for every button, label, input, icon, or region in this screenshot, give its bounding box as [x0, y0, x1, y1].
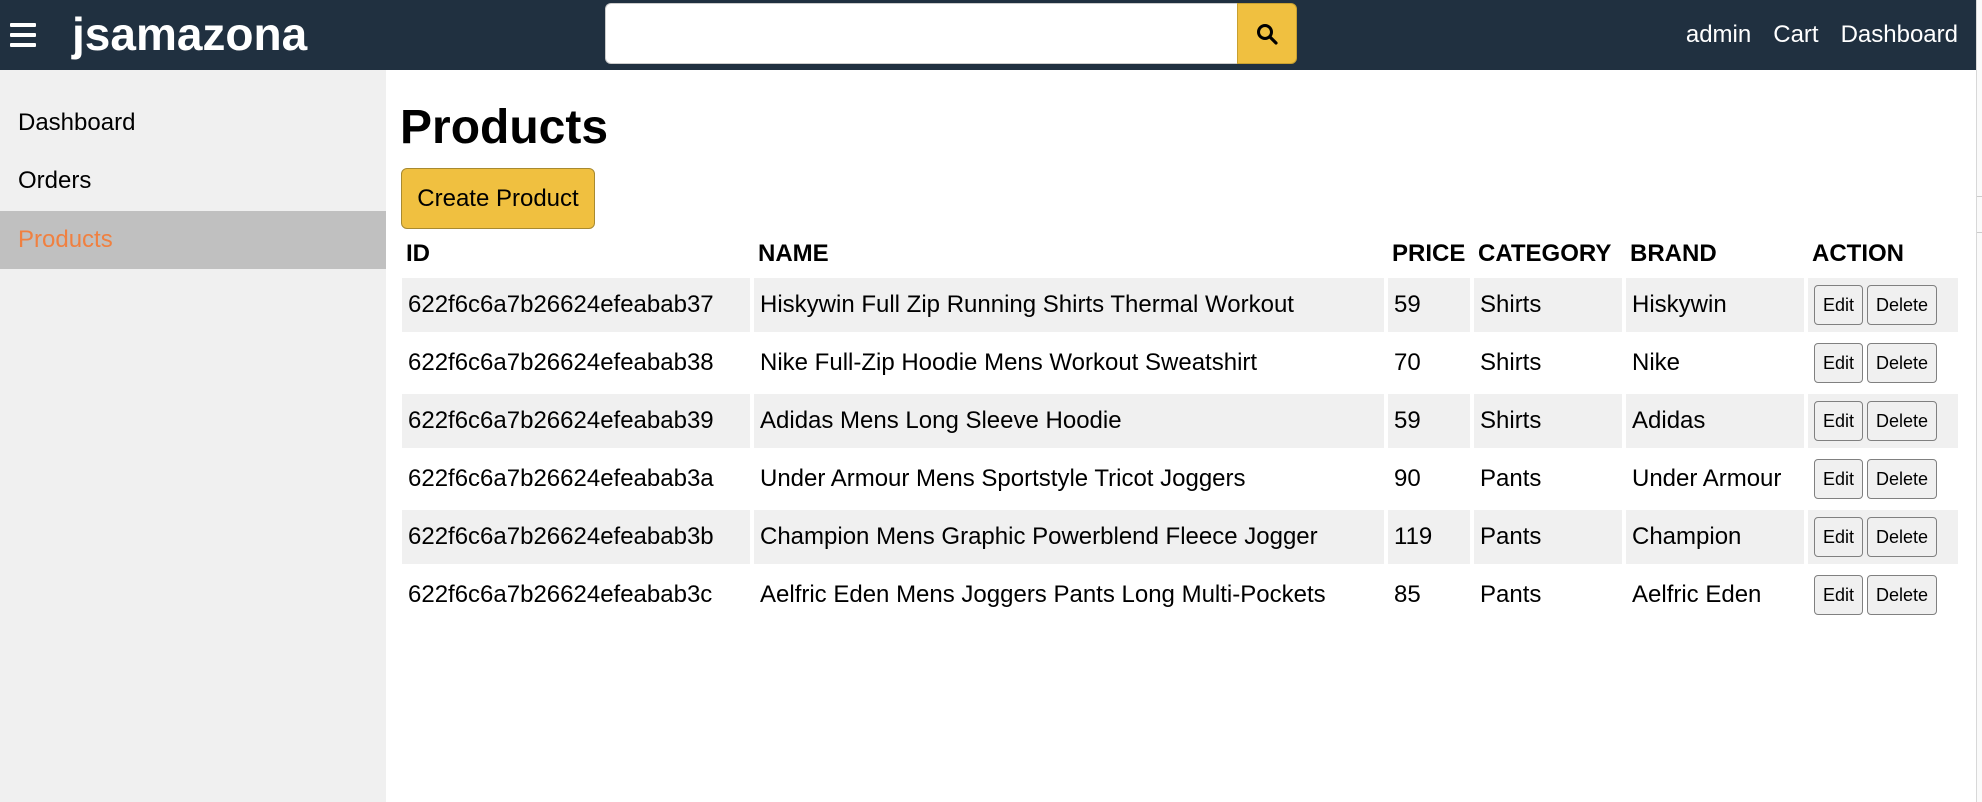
cell-price: 119	[1388, 510, 1470, 564]
delete-button[interactable]: Delete	[1867, 517, 1938, 557]
edit-button[interactable]: Edit	[1814, 401, 1864, 441]
cell-id: 622f6c6a7b26624efeabab3c	[408, 581, 713, 608]
cell-brand: Adidas	[1626, 394, 1804, 448]
create-product-button[interactable]: Create Product	[401, 168, 595, 229]
search-icon	[1257, 23, 1278, 45]
cell-brand: Nike	[1632, 349, 1681, 376]
cell-id: 622f6c6a7b26624efeabab38	[408, 349, 714, 376]
table-row: 622f6c6a7b26624efeabab38 Nike Full-Zip H…	[402, 336, 1958, 390]
cell-id: 622f6c6a7b26624efeabab39	[402, 394, 750, 448]
page-title: Products	[400, 101, 609, 154]
search-input[interactable]	[605, 3, 1237, 64]
column-header-category: CATEGORY	[1478, 240, 1612, 267]
search-form	[605, 3, 1297, 64]
cell-category: Pants	[1480, 581, 1542, 608]
cell-name: Aelfric Eden Mens Joggers Pants Long Mul…	[760, 581, 1326, 608]
edit-button[interactable]: Edit	[1814, 343, 1864, 383]
column-header-name: NAME	[758, 240, 829, 267]
sidebar-item-orders[interactable]: Orders	[0, 152, 386, 210]
cell-brand: Aelfric Eden	[1632, 581, 1762, 608]
cell-actions: Edit Delete	[1808, 452, 1958, 506]
column-header-price: PRICE	[1392, 240, 1466, 267]
cell-actions: Edit Delete	[1808, 394, 1958, 448]
table-row: 622f6c6a7b26624efeabab3a Under Armour Me…	[402, 452, 1958, 506]
page-scrollbar[interactable]	[1976, 0, 1982, 802]
cell-actions: Edit Delete	[1808, 278, 1958, 332]
edit-button[interactable]: Edit	[1814, 285, 1864, 325]
delete-button[interactable]: Delete	[1867, 285, 1938, 325]
table-row: 622f6c6a7b26624efeabab37 Hiskywin Full Z…	[402, 278, 1958, 332]
table-row: 622f6c6a7b26624efeabab3c Aelfric Eden Me…	[402, 568, 1958, 622]
cell-name: Champion Mens Graphic Powerblend Fleece …	[754, 510, 1384, 564]
cell-price: 90	[1394, 465, 1421, 492]
cell-id: 622f6c6a7b26624efeabab37	[402, 278, 750, 332]
cell-actions: Edit Delete	[1808, 568, 1958, 622]
cell-price: 59	[1388, 278, 1470, 332]
top-navbar: jsamazona admin Cart Dashboard	[0, 0, 1976, 70]
cell-category: Shirts	[1474, 394, 1622, 448]
admin-sidebar: Dashboard Orders Products	[0, 70, 386, 802]
cell-name: Adidas Mens Long Sleeve Hoodie	[754, 394, 1384, 448]
cell-price: 85	[1394, 581, 1421, 608]
cell-name: Nike Full-Zip Hoodie Mens Workout Sweats…	[760, 349, 1258, 376]
delete-button[interactable]: Delete	[1867, 575, 1938, 615]
cell-name: Hiskywin Full Zip Running Shirts Thermal…	[754, 278, 1384, 332]
sidebar-item-products[interactable]: Products	[0, 211, 386, 269]
edit-button[interactable]: Edit	[1814, 459, 1864, 499]
admin-menu-link[interactable]: admin	[1686, 21, 1751, 49]
table-row: 622f6c6a7b26624efeabab3b Champion Mens G…	[402, 510, 1958, 564]
delete-button[interactable]: Delete	[1867, 459, 1938, 499]
cell-category: Pants	[1480, 465, 1542, 492]
cell-actions: Edit Delete	[1808, 336, 1958, 390]
cell-price: 59	[1388, 394, 1470, 448]
column-header-action: ACTION	[1812, 240, 1904, 267]
column-header-brand: BRAND	[1630, 240, 1717, 267]
brand-logo-link[interactable]: jsamazona	[72, 6, 307, 62]
dashboard-link[interactable]: Dashboard	[1841, 21, 1958, 49]
main-content: Products Create Product ID NAME PRICE CA…	[386, 70, 1976, 802]
edit-button[interactable]: Edit	[1814, 575, 1864, 615]
cell-category: Shirts	[1480, 349, 1542, 376]
table-row: 622f6c6a7b26624efeabab39 Adidas Mens Lon…	[402, 394, 1958, 448]
search-button[interactable]	[1237, 3, 1297, 64]
cell-category: Shirts	[1474, 278, 1622, 332]
edit-button[interactable]: Edit	[1814, 517, 1864, 557]
cell-name: Under Armour Mens Sportstyle Tricot Jogg…	[760, 465, 1246, 492]
cart-link[interactable]: Cart	[1773, 21, 1818, 49]
cell-brand: Hiskywin	[1626, 278, 1804, 332]
column-header-id: ID	[406, 240, 430, 267]
delete-button[interactable]: Delete	[1867, 343, 1938, 383]
delete-button[interactable]: Delete	[1867, 401, 1938, 441]
sidebar-item-dashboard[interactable]: Dashboard	[0, 94, 386, 152]
hamburger-menu-icon[interactable]	[6, 19, 40, 51]
cell-brand: Under Armour	[1632, 465, 1782, 492]
table-header-row: ID NAME PRICE CATEGORY BRAND ACTION	[402, 234, 1958, 274]
cell-actions: Edit Delete	[1808, 510, 1958, 564]
cell-price: 70	[1394, 349, 1421, 376]
cell-id: 622f6c6a7b26624efeabab3b	[402, 510, 750, 564]
cell-category: Pants	[1474, 510, 1622, 564]
cell-id: 622f6c6a7b26624efeabab3a	[408, 465, 714, 492]
products-table: ID NAME PRICE CATEGORY BRAND ACTION 622f…	[398, 230, 1962, 626]
cell-brand: Champion	[1626, 510, 1804, 564]
header-links: admin Cart Dashboard	[1686, 0, 1958, 70]
